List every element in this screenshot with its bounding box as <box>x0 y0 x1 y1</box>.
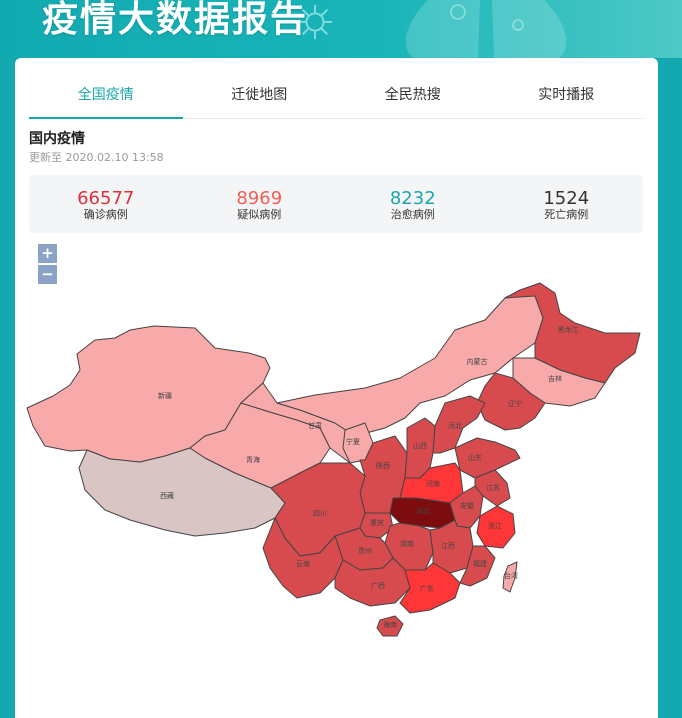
province-label-hunan: 湖南 <box>400 539 414 548</box>
virus-icon <box>297 4 333 40</box>
province-label-hubei: 湖北 <box>416 506 430 515</box>
province-label-sichuan: 四川 <box>313 510 327 518</box>
lung-illustration <box>405 0 567 58</box>
province-label-heilongjiang: 黑龙江 <box>558 325 579 334</box>
province-label-shandong: 山东 <box>468 453 482 462</box>
province-label-shaanxi: 陕西 <box>376 461 390 470</box>
province-label-zhejiang: 浙江 <box>488 521 502 530</box>
province-label-shanxi: 山西 <box>413 441 427 450</box>
province-label-inner-mongolia: 内蒙古 <box>467 357 488 366</box>
province-label-chongqing: 重庆 <box>370 518 384 527</box>
province-label-hebei: 河北 <box>448 422 462 430</box>
province-label-gansu: 甘肃 <box>308 421 322 430</box>
china-map[interactable]: 新疆西藏 青海 甘肃 内蒙古 黑龙江吉林辽宁宁夏陕西 山西 河北山东河南四川重庆 湖北 安徽 江苏… <box>15 58 658 658</box>
province-label-tibet: 西藏 <box>160 491 174 500</box>
province-label-xinjiang: 新疆 <box>158 391 172 400</box>
province-label-fujian: 福建 <box>473 559 487 568</box>
report-card: 全国疫情 迁徙地图 全民热搜 实时播报 国内疫情 更新至 2020.02.10 … <box>15 58 658 718</box>
province-label-jiangxi: 江西 <box>441 542 455 550</box>
province-label-liaoning: 辽宁 <box>508 399 522 408</box>
province-label-henan: 河南 <box>426 479 440 488</box>
province-label-jiangsu: 江苏 <box>486 483 500 492</box>
banner: 疫情大数据报告 <box>0 0 682 58</box>
banner-title: 疫情大数据报告 <box>42 0 309 40</box>
province-label-guangxi: 广西 <box>371 581 385 590</box>
province-label-yunnan: 云南 <box>296 559 310 568</box>
province-label-qinghai: 青海 <box>246 455 260 464</box>
province-label-ningxia: 宁夏 <box>346 437 360 446</box>
province-label-jilin: 吉林 <box>548 374 562 383</box>
province-label-anhui: 安徽 <box>460 501 474 510</box>
province-shandong[interactable] <box>454 437 521 479</box>
province-label-guangdong: 广东 <box>420 584 434 593</box>
province-label-hainan: 海南 <box>383 620 397 629</box>
province-label-taiwan: 台湾 <box>504 571 518 580</box>
province-label-guizhou: 贵州 <box>358 546 372 555</box>
